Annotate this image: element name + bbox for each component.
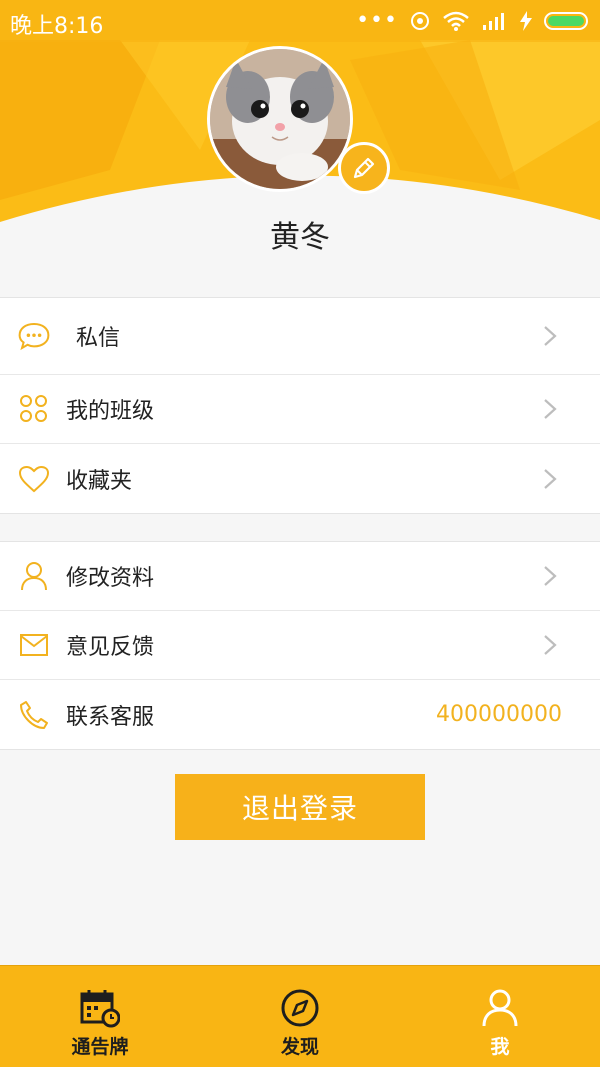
menu-item-label: 修改资料	[66, 566, 155, 591]
tab-bulletin-board[interactable]: 通告牌	[0, 966, 200, 1067]
heart-icon	[18, 463, 50, 495]
menu-group-secondary: 修改资料 意见反馈 联系客服 400000000	[0, 541, 600, 750]
chat-icon	[18, 320, 50, 352]
sync-icon	[411, 11, 429, 30]
status-time: 晚上8:16	[10, 14, 104, 39]
compass-icon	[278, 986, 322, 1030]
cat-photo	[210, 49, 350, 189]
menu-item-favorites[interactable]: 收藏夹	[0, 444, 600, 513]
more-dots-icon: •••	[356, 8, 398, 33]
pencil-icon	[353, 157, 375, 179]
menu-item-label: 私信	[76, 326, 121, 351]
menu-item-contact-support[interactable]: 联系客服 400000000	[0, 680, 600, 749]
bottom-tab-bar: 通告牌 发现 我	[0, 965, 600, 1067]
wifi-icon	[443, 11, 469, 31]
mail-icon	[18, 629, 50, 661]
calendar-icon	[78, 986, 122, 1030]
support-phone-number[interactable]: 400000000	[436, 702, 562, 727]
menu-item-label: 意见反馈	[66, 635, 155, 660]
signal-icon	[483, 12, 504, 30]
menu-item-feedback[interactable]: 意见反馈	[0, 611, 600, 680]
user-name: 黄冬	[270, 220, 330, 255]
chevron-right-icon	[544, 635, 557, 655]
battery-icon	[544, 11, 588, 30]
status-bar: 晚上8:16 •••	[0, 0, 600, 42]
menu-item-messages[interactable]: 私信	[0, 298, 600, 375]
chevron-right-icon	[544, 399, 557, 419]
tab-label: 通告牌	[71, 1036, 129, 1058]
menu-item-edit-profile[interactable]: 修改资料	[0, 542, 600, 611]
status-icons: •••	[356, 8, 590, 33]
menu-item-label: 收藏夹	[66, 468, 133, 494]
charging-icon	[520, 10, 532, 31]
menu-item-my-class[interactable]: 我的班级	[0, 375, 600, 444]
tab-label: 发现	[280, 1036, 319, 1058]
chevron-right-icon	[544, 566, 557, 586]
chevron-right-icon	[544, 326, 557, 346]
menu-item-label: 联系客服	[66, 704, 155, 730]
tab-discover[interactable]: 发现	[200, 966, 400, 1067]
person-icon	[478, 986, 522, 1030]
grid-icon	[18, 393, 50, 425]
menu-group-primary: 私信 我的班级 收藏夹	[0, 297, 600, 514]
phone-icon	[18, 699, 50, 731]
tab-label: 我	[490, 1036, 510, 1058]
edit-avatar-button[interactable]	[338, 142, 390, 194]
menu-item-label: 我的班级	[66, 399, 155, 424]
avatar[interactable]	[207, 46, 353, 192]
chevron-right-icon	[544, 468, 557, 489]
user-icon	[18, 560, 50, 592]
logout-button[interactable]: 退出登录	[175, 774, 425, 840]
tab-me[interactable]: 我	[400, 966, 600, 1067]
